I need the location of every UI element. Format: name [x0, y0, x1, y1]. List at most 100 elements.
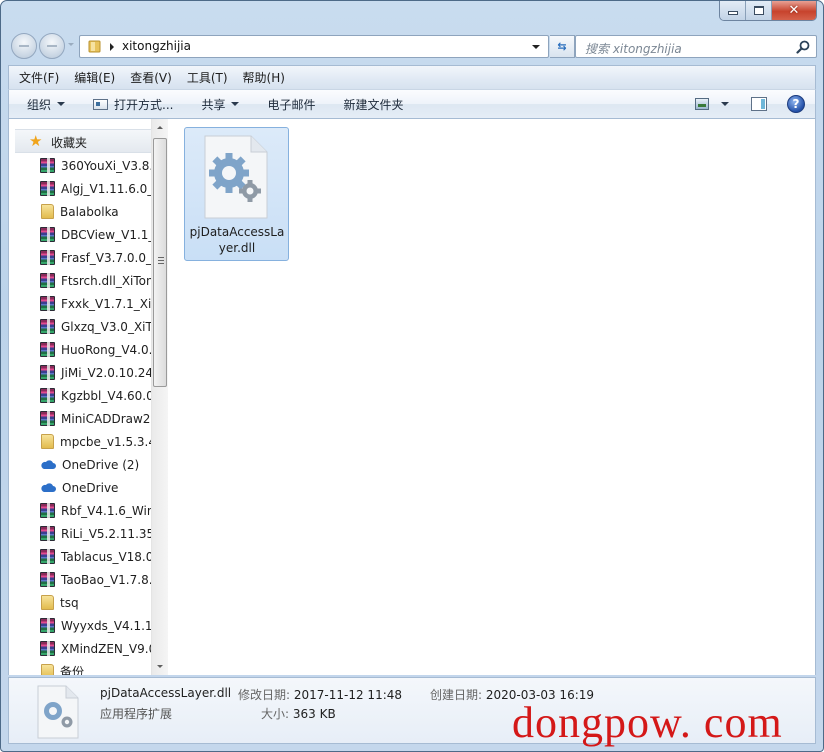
back-button[interactable] — [11, 33, 37, 59]
sidebar-item[interactable]: mpcbe_v1.5.3.4 — [9, 430, 154, 453]
rar-archive-icon — [40, 296, 55, 311]
sidebar-item[interactable]: OneDrive — [9, 476, 154, 499]
open-with-button[interactable]: 打开方式... — [93, 96, 173, 113]
sidebar-item[interactable]: Glxzq_V3.0_XiTo — [9, 315, 154, 338]
sidebar-item-label: mpcbe_v1.5.3.4 — [60, 434, 154, 449]
change-view-icon[interactable] — [695, 98, 709, 110]
star-icon: ★ — [29, 132, 43, 150]
sidebar-item[interactable]: TaoBao_V1.7.8. — [9, 568, 154, 591]
sidebar-item[interactable]: OneDrive (2) — [9, 453, 154, 476]
menu-file[interactable]: 文件(F) — [19, 67, 59, 88]
refresh-button[interactable]: ⇆ — [550, 35, 575, 58]
sidebar-item-label: JiMi_V2.0.10.24_ — [61, 365, 154, 380]
sidebar-item-label: Balabolka — [60, 204, 119, 219]
address-dropdown-icon[interactable] — [532, 45, 540, 49]
sidebar-item-label: RiLi_V5.2.11.354 — [61, 526, 154, 541]
sidebar-item[interactable]: DBCView_V1.1_X — [9, 223, 154, 246]
sidebar-item[interactable]: 备份 — [9, 660, 154, 675]
modified-value: 2017-11-12 11:48 — [293, 688, 403, 702]
sidebar-item-label: MiniCADDraw20 — [61, 411, 154, 426]
file-item[interactable]: pjDataAccessLayer.dll — [184, 127, 289, 261]
open-with-icon — [93, 98, 109, 110]
recent-pages-dropdown[interactable] — [68, 43, 74, 46]
sidebar-item-label: TaoBao_V1.7.8. — [61, 572, 153, 587]
refresh-icon: ⇆ — [557, 40, 567, 53]
sidebar-item-label: Algj_V1.11.6.0_X — [61, 181, 154, 196]
scroll-down-button[interactable] — [152, 658, 168, 675]
minimize-icon — [727, 11, 738, 15]
share-button[interactable]: 共享 — [201, 96, 240, 113]
rar-archive-icon — [40, 503, 55, 518]
scroll-up-button[interactable] — [152, 119, 168, 136]
rar-archive-icon — [40, 641, 55, 656]
sidebar-item[interactable]: Rbf_V4.1.6_Win8 — [9, 499, 154, 522]
menu-edit[interactable]: 编辑(E) — [74, 67, 115, 88]
sidebar-item[interactable]: XMindZEN_V9.0 — [9, 637, 154, 660]
sidebar-item-label: 360YouXi_V3.8.1 — [61, 158, 154, 173]
open-with-label: 打开方式... — [114, 97, 174, 112]
close-button[interactable]: ✕ — [772, 1, 816, 20]
address-bar[interactable]: xitongzhijia — [79, 35, 549, 58]
navigation-scrollbar[interactable] — [151, 119, 168, 675]
search-input[interactable]: 搜索 xitongzhijia — [575, 35, 817, 58]
dll-file-icon — [37, 685, 79, 739]
minimize-button[interactable] — [720, 1, 746, 20]
sidebar-item[interactable]: JiMi_V2.0.10.24_ — [9, 361, 154, 384]
folder-icon — [41, 664, 54, 675]
breadcrumb-chevron-icon[interactable] — [110, 43, 114, 51]
sidebar-item-label: OneDrive — [62, 480, 119, 495]
folder-icon — [41, 434, 54, 449]
sidebar-item[interactable]: Tablacus_V18.0 — [9, 545, 154, 568]
created-label: 创建日期: — [430, 688, 483, 702]
rar-archive-icon — [40, 365, 55, 380]
folder-icon — [41, 595, 54, 610]
scrollbar-thumb[interactable] — [153, 138, 167, 387]
menu-tools[interactable]: 工具(T) — [187, 67, 228, 88]
sidebar-item[interactable]: MiniCADDraw20 — [9, 407, 154, 430]
breadcrumb-item[interactable]: xitongzhijia — [122, 39, 191, 53]
maximize-icon — [753, 6, 764, 15]
sidebar-item[interactable]: Fxxk_V1.7.1_XiT — [9, 292, 154, 315]
new-folder-button[interactable]: 新建文件夹 — [344, 96, 404, 113]
detail-modified: 修改日期: 2017-11-12 11:48 — [238, 686, 402, 703]
sidebar-item[interactable]: RiLi_V5.2.11.354 — [9, 522, 154, 545]
view-options-dropdown[interactable] — [721, 102, 729, 106]
sidebar-item[interactable]: Algj_V1.11.6.0_X — [9, 177, 154, 200]
rar-archive-icon — [40, 181, 55, 196]
forward-button[interactable] — [39, 33, 65, 59]
sidebar-item[interactable]: Balabolka — [9, 200, 154, 223]
content-area: ★ 收藏夹 360YouXi_V3.8.1 Algj_V1.11.6.0_X Bal… — [8, 119, 816, 675]
help-icon[interactable]: ? — [787, 95, 805, 113]
navigation-bar: xitongzhijia ⇆ 搜索 xitongzhijia — [9, 33, 817, 59]
sidebar-item-label: Ftsrch.dll_XiTon — [61, 273, 154, 288]
sidebar-item[interactable]: Ftsrch.dll_XiTon — [9, 269, 154, 292]
share-label: 共享 — [201, 97, 226, 112]
search-icon[interactable] — [796, 40, 810, 54]
sidebar-item-label: Kgzbbl_V4.60.0 — [61, 388, 154, 403]
scroll-down-icon — [157, 665, 163, 668]
preview-pane-icon[interactable] — [751, 97, 767, 111]
rar-archive-icon — [40, 227, 55, 242]
rar-archive-icon — [40, 158, 55, 173]
sidebar-item[interactable]: HuoRong_V4.0. — [9, 338, 154, 361]
scroll-up-icon — [157, 126, 163, 129]
sidebar-item[interactable]: Wyyxds_V4.1.1. — [9, 614, 154, 637]
search-placeholder: 搜索 xitongzhijia — [585, 42, 682, 56]
onedrive-icon — [40, 459, 56, 470]
sidebar-item[interactable]: tsq — [9, 591, 154, 614]
size-value: 363 KB — [292, 707, 336, 721]
organize-button[interactable]: 组织 — [27, 96, 66, 113]
email-button[interactable]: 电子邮件 — [267, 96, 315, 113]
grip-icon — [158, 257, 164, 264]
sidebar-item[interactable]: Frasf_V3.7.0.0_X — [9, 246, 154, 269]
rar-archive-icon — [40, 618, 55, 633]
window-controls: ✕ — [719, 1, 817, 21]
menu-view[interactable]: 查看(V) — [130, 67, 172, 88]
maximize-button[interactable] — [746, 1, 772, 20]
favorites-header[interactable]: ★ 收藏夹 — [15, 129, 152, 153]
sidebar-item-label: OneDrive (2) — [62, 457, 140, 472]
menu-help[interactable]: 帮助(H) — [243, 67, 285, 88]
detail-size: 大小: 363 KB — [261, 705, 336, 722]
sidebar-item[interactable]: Kgzbbl_V4.60.0 — [9, 384, 154, 407]
sidebar-item[interactable]: 360YouXi_V3.8.1 — [9, 154, 154, 177]
